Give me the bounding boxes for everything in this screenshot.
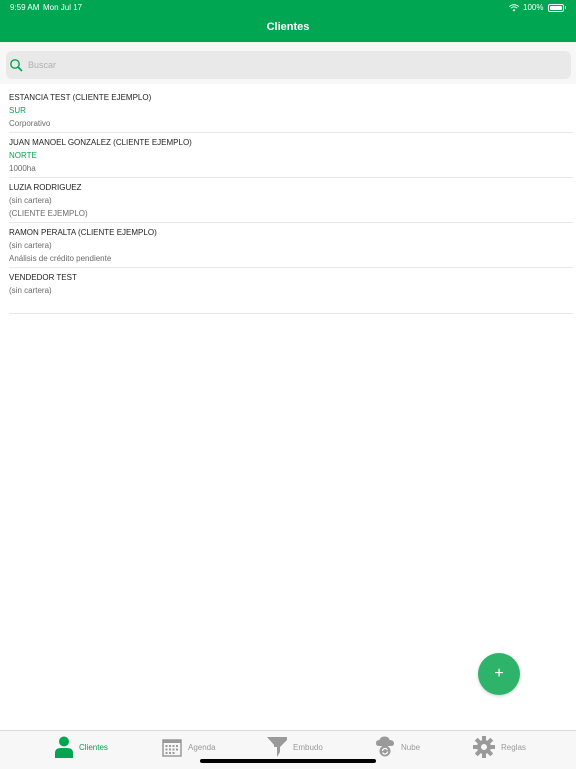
client-row[interactable]: JUAN MANOEL GONZALEZ (CLIENTE EJEMPLO) N… [9,133,573,178]
client-name: LUZIA RODRIGUEZ [9,183,82,192]
tab-reglas[interactable]: Reglas [473,735,526,759]
client-portfolio: (sin cartera) [9,196,52,205]
tab-embudo[interactable]: Embudo [267,735,323,759]
battery-tip [564,6,566,9]
status-time: 9:59 AM [10,3,40,12]
client-portfolio: (sin cartera) [9,241,52,250]
search-area [0,42,576,84]
client-detail: (CLIENTE EJEMPLO) [9,209,88,218]
battery-icon [547,3,564,12]
client-detail: Corporativo [9,119,51,128]
tab-agenda[interactable]: Agenda [162,735,216,759]
client-row[interactable]: VENDEDOR TEST (sin cartera) [9,268,573,314]
client-name: JUAN MANOEL GONZALEZ (CLIENTE EJEMPLO) [9,138,192,147]
search-input[interactable] [26,54,550,76]
client-row[interactable]: RAMON PERALTA (CLIENTE EJEMPLO) (sin car… [9,223,573,268]
tab-nube[interactable]: Nube [375,735,420,759]
tab-clientes[interactable]: Clientes [55,735,108,759]
tab-label: Agenda [188,742,216,752]
tab-label: Nube [401,742,421,752]
search-icon [10,59,23,72]
client-row[interactable]: LUZIA RODRIGUEZ (sin cartera) (CLIENTE E… [9,178,573,223]
person-icon [55,736,73,758]
navigation-bar: 9:59 AM Mon Jul 17 100% Clientes [0,0,576,42]
client-portfolio: (sin cartera) [9,286,52,295]
tab-label: Reglas [501,742,526,752]
status-date: Mon Jul 17 [43,3,83,12]
add-client-button[interactable]: + [478,653,520,695]
tab-label: Clientes [79,742,108,752]
client-detail [9,297,573,310]
home-indicator [200,759,376,763]
battery-percent: 100% [523,3,544,12]
client-name: ESTANCIA TEST (CLIENTE EJEMPLO) [9,93,152,102]
wifi-icon [509,3,520,11]
calendar-icon [162,739,182,757]
client-portfolio: NORTE [9,151,37,160]
cloud-sync-icon [376,736,394,757]
client-name: VENDEDOR TEST [9,273,77,282]
client-row[interactable]: ESTANCIA TEST (CLIENTE EJEMPLO) SUR Corp… [9,88,573,133]
tab-label: Embudo [293,742,323,752]
funnel-icon [267,737,287,757]
client-detail: Análisis de crédito pendiente [9,254,112,263]
client-detail: 1000ha [9,164,36,173]
client-name: RAMON PERALTA (CLIENTE EJEMPLO) [9,228,157,237]
page-title: Clientes [266,21,310,33]
tab-bar: Clientes Agenda Embudo Nube Reglas [0,730,576,769]
search-bar[interactable] [6,51,571,79]
client-portfolio: SUR [9,106,26,115]
status-indicators: 100% [509,3,566,12]
client-list: ESTANCIA TEST (CLIENTE EJEMPLO) SUR Corp… [0,88,576,314]
gear-icon [473,736,495,758]
